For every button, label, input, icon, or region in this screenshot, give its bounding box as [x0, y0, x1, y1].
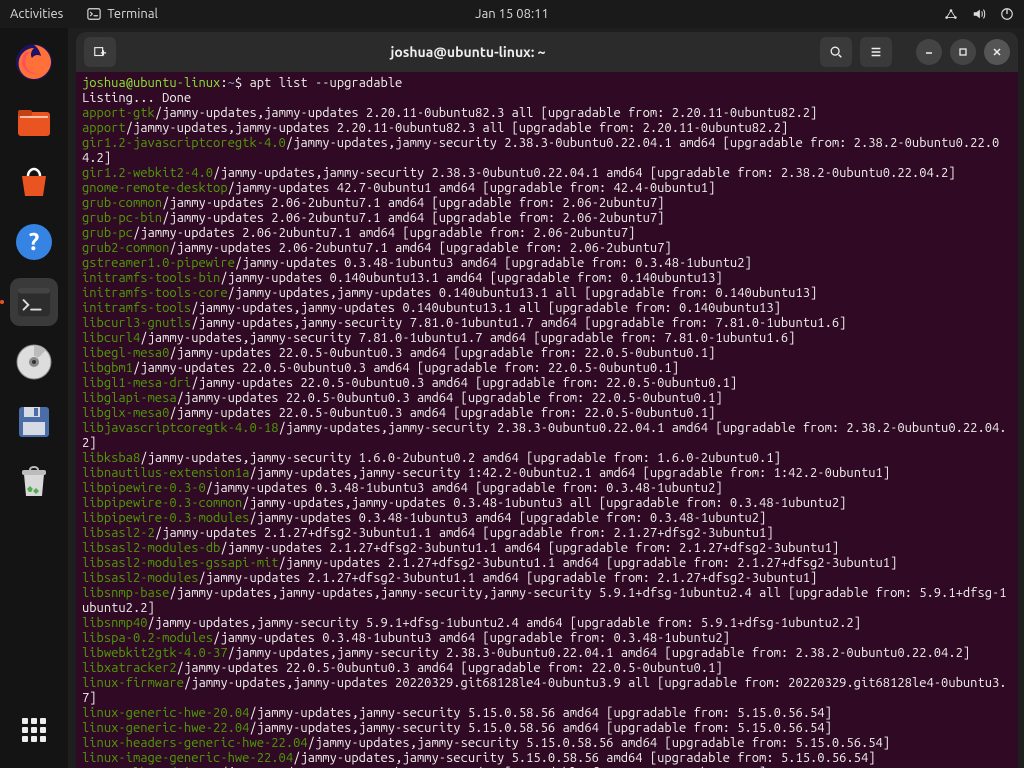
hamburger-icon [869, 45, 883, 59]
package-line: gir1.2-webkit2-4.0/jammy-updates,jammy-s… [82, 166, 1012, 181]
package-line: grub-common/jammy-updates 2.06-2ubuntu7.… [82, 196, 1012, 211]
package-line: apport-gtk/jammy-updates,jammy-updates 2… [82, 106, 1012, 121]
app-indicator[interactable]: Terminal [87, 7, 158, 21]
minimize-button[interactable] [916, 39, 942, 65]
files-icon[interactable] [10, 98, 58, 146]
terminal-window: joshua@ubuntu-linux: ~ joshua@ubuntu-lin… [76, 32, 1018, 768]
search-icon [829, 45, 843, 59]
package-line: libpipewire-0.3-common/jammy-updates,jam… [82, 496, 1012, 511]
prompt-line: joshua@ubuntu-linux:~$ apt list --upgrad… [82, 76, 1012, 91]
power-icon[interactable] [1000, 7, 1014, 21]
package-line: libsasl2-modules-gssapi-mit/jammy-update… [82, 556, 1012, 571]
new-tab-button[interactable] [84, 37, 116, 67]
close-icon [992, 47, 1002, 57]
menu-button[interactable] [860, 37, 892, 67]
package-line: initramfs-tools-bin/jammy-updates 0.140u… [82, 271, 1012, 286]
help-icon[interactable]: ? [10, 218, 58, 266]
close-button[interactable] [984, 39, 1010, 65]
package-line: linux-image-generic-hwe-22.04/jammy-upda… [82, 751, 1012, 766]
package-line: libegl-mesa0/jammy-updates 22.0.5-0ubunt… [82, 346, 1012, 361]
network-icon[interactable] [944, 7, 958, 21]
minimize-icon [924, 47, 934, 57]
package-line: apport/jammy-updates,jammy-updates 2.20.… [82, 121, 1012, 136]
dock: ? [0, 28, 68, 768]
package-line: initramfs-tools/jammy-updates,jammy-upda… [82, 301, 1012, 316]
maximize-button[interactable] [950, 39, 976, 65]
package-line: gstreamer1.0-pipewire/jammy-updates 0.3.… [82, 256, 1012, 271]
package-line: linux-headers-generic-hwe-22.04/jammy-up… [82, 736, 1012, 751]
package-line: grub-pc-bin/jammy-updates 2.06-2ubuntu7.… [82, 211, 1012, 226]
terminal-small-icon [87, 7, 101, 21]
package-line: initramfs-tools-core/jammy-updates,jammy… [82, 286, 1012, 301]
trash-icon[interactable] [10, 458, 58, 506]
package-line: libjavascriptcoregtk-4.0-18/jammy-update… [82, 421, 1012, 451]
activities-button[interactable]: Activities [10, 7, 63, 21]
volume-icon[interactable] [972, 7, 986, 21]
package-line: linux-generic-hwe-20.04/jammy-updates,ja… [82, 706, 1012, 721]
window-title: joshua@ubuntu-linux: ~ [124, 44, 812, 60]
package-line: libpipewire-0.3-modules/jammy-updates 0.… [82, 511, 1012, 526]
package-line: libksba8/jammy-updates,jammy-security 1.… [82, 451, 1012, 466]
package-line: libwebkit2gtk-4.0-37/jammy-updates,jammy… [82, 646, 1012, 661]
package-line: libcurl4/jammy-updates,jammy-security 7.… [82, 331, 1012, 346]
terminal-output[interactable]: joshua@ubuntu-linux:~$ apt list --upgrad… [76, 72, 1018, 768]
software-icon[interactable] [10, 158, 58, 206]
package-line: libsnmp-base/jammy-updates,jammy-updates… [82, 586, 1012, 616]
package-line: libgbm1/jammy-updates 22.0.5-0ubuntu0.3 … [82, 361, 1012, 376]
package-line: gnome-remote-desktop/jammy-updates 42.7-… [82, 181, 1012, 196]
top-panel: Activities Terminal Jan 15 08:11 [0, 0, 1024, 28]
listing-line: Listing... Done [82, 91, 1012, 106]
package-line: libnautilus-extension1a/jammy-updates,ja… [82, 466, 1012, 481]
package-line: linux-firmware/jammy-updates,jammy-updat… [82, 676, 1012, 706]
terminal-icon[interactable] [10, 278, 58, 326]
app-grid-icon[interactable] [10, 706, 58, 754]
package-line: libspa-0.2-modules/jammy-updates 0.3.48-… [82, 631, 1012, 646]
package-line: libglx-mesa0/jammy-updates 22.0.5-0ubunt… [82, 406, 1012, 421]
package-line: libsnmp40/jammy-updates,jammy-security 5… [82, 616, 1012, 631]
package-line: gir1.2-javascriptcoregtk-4.0/jammy-updat… [82, 136, 1012, 166]
clock[interactable]: Jan 15 08:11 [475, 7, 549, 21]
package-line: grub2-common/jammy-updates 2.06-2ubuntu7… [82, 241, 1012, 256]
package-line: libxatracker2/jammy-updates 22.0.5-0ubun… [82, 661, 1012, 676]
package-line: linux-generic-hwe-22.04/jammy-updates,ja… [82, 721, 1012, 736]
disc-icon[interactable] [10, 338, 58, 386]
search-button[interactable] [820, 37, 852, 67]
package-line: libsasl2-2/jammy-updates 2.1.27+dfsg2-3u… [82, 526, 1012, 541]
package-line: libglapi-mesa/jammy-updates 22.0.5-0ubun… [82, 391, 1012, 406]
maximize-icon [958, 47, 968, 57]
package-line: libpipewire-0.3-0/jammy-updates 0.3.48-1… [82, 481, 1012, 496]
firefox-icon[interactable] [10, 38, 58, 86]
save-icon[interactable] [10, 398, 58, 446]
package-line: libcurl3-gnutls/jammy-updates,jammy-secu… [82, 316, 1012, 331]
package-line: grub-pc/jammy-updates 2.06-2ubuntu7.1 am… [82, 226, 1012, 241]
svg-text:?: ? [29, 228, 40, 255]
package-line: libsasl2-modules/jammy-updates 2.1.27+df… [82, 571, 1012, 586]
package-line: libgl1-mesa-dri/jammy-updates 22.0.5-0ub… [82, 376, 1012, 391]
titlebar: joshua@ubuntu-linux: ~ [76, 32, 1018, 72]
package-line: libsasl2-modules-db/jammy-updates 2.1.27… [82, 541, 1012, 556]
